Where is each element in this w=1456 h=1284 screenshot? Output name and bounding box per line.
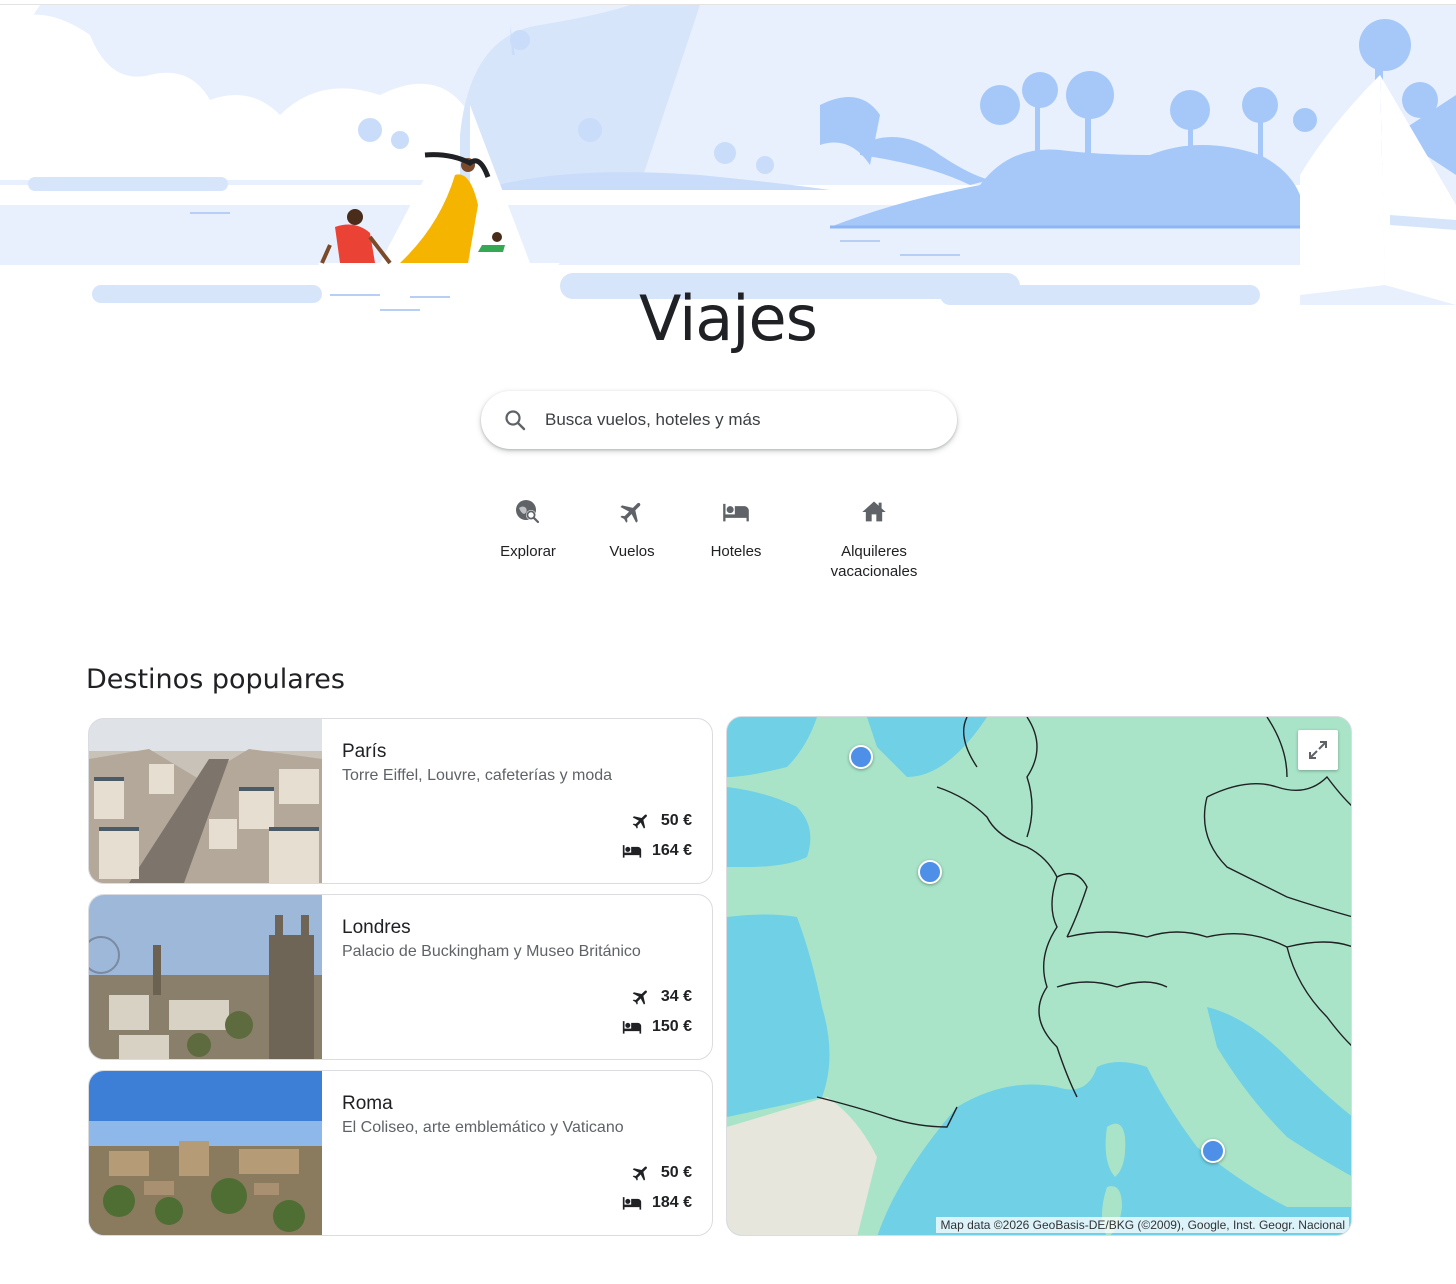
nav-label-vuelos: Vuelos bbox=[609, 543, 655, 560]
flight-price-value: 34 € bbox=[660, 988, 692, 1005]
bed-icon bbox=[723, 503, 749, 522]
hotel-price-value: 150 € bbox=[651, 1018, 692, 1035]
airplane-icon bbox=[632, 990, 647, 1005]
explore-icon bbox=[516, 500, 540, 524]
hotel-price: 184 € bbox=[622, 1192, 692, 1214]
airplane-icon bbox=[632, 814, 647, 829]
map-pin-paris[interactable] bbox=[918, 860, 942, 884]
nav-vuelos[interactable]: Vuelos bbox=[596, 496, 668, 562]
destination-description: El Coliseo, arte emblemático y Vaticano bbox=[342, 1119, 624, 1136]
search-icon bbox=[505, 410, 526, 431]
hotel-price-value: 184 € bbox=[651, 1194, 692, 1211]
search-box[interactable] bbox=[481, 391, 957, 449]
map-pin-london[interactable] bbox=[849, 745, 873, 769]
destination-name: París bbox=[342, 741, 387, 762]
destinations-map[interactable]: Map data ©2026 GeoBasis-DE/BKG (©2009), … bbox=[726, 716, 1352, 1236]
destination-card-paris[interactable]: París Torre Eiffel, Louvre, cafeterías y… bbox=[88, 718, 713, 884]
map-attribution: Map data ©2026 GeoBasis-DE/BKG (©2009), … bbox=[936, 1217, 1349, 1233]
flight-price-value: 50 € bbox=[660, 812, 692, 829]
destination-card-roma[interactable]: Roma El Coliseo, arte emblemático y Vati… bbox=[88, 1070, 713, 1236]
airplane-icon bbox=[620, 502, 641, 523]
destination-photo bbox=[89, 895, 322, 1059]
section-title: Destinos populares bbox=[86, 664, 345, 695]
nav-label-explorar: Explorar bbox=[500, 543, 556, 560]
destination-name: Londres bbox=[342, 917, 411, 938]
nav-label-line1: Alquileres bbox=[841, 543, 907, 560]
destination-description: Palacio de Buckingham y Museo Británico bbox=[342, 943, 641, 960]
nav-hoteles[interactable]: Hoteles bbox=[696, 496, 776, 562]
house-icon bbox=[862, 501, 886, 522]
bed-icon bbox=[622, 1197, 642, 1210]
destination-description: Torre Eiffel, Louvre, cafeterías y moda bbox=[342, 767, 613, 784]
nav-label-hoteles: Hoteles bbox=[710, 543, 762, 560]
bed-icon bbox=[622, 1021, 642, 1034]
destination-photo bbox=[89, 1071, 322, 1235]
hotel-price-value: 164 € bbox=[651, 842, 692, 859]
destination-name: Roma bbox=[342, 1093, 393, 1114]
expand-icon bbox=[1309, 741, 1327, 759]
flight-price: 34 € bbox=[631, 986, 692, 1008]
map-canvas bbox=[727, 717, 1351, 1235]
nav-alquileres-vacacionales[interactable]: Alquileres vacacionales bbox=[816, 496, 932, 582]
expand-map-button[interactable] bbox=[1298, 730, 1338, 770]
page-title: Viajes bbox=[639, 282, 818, 355]
hotel-price: 150 € bbox=[622, 1016, 692, 1038]
destination-photo bbox=[89, 719, 322, 883]
bed-icon bbox=[622, 845, 642, 858]
category-nav: Explorar Vuelos Hoteles Alquileres vacac… bbox=[0, 496, 1456, 596]
hotel-price: 164 € bbox=[622, 840, 692, 862]
nav-explorar[interactable]: Explorar bbox=[488, 496, 568, 562]
flight-price: 50 € bbox=[631, 810, 692, 832]
destination-card-londres[interactable]: Londres Palacio de Buckingham y Museo Br… bbox=[88, 894, 713, 1060]
airplane-icon bbox=[632, 1166, 647, 1181]
map-pin-rome[interactable] bbox=[1201, 1139, 1225, 1163]
nav-label-line2: vacacionales bbox=[830, 563, 918, 580]
nav-label-alquileres: Alquileres vacacionales bbox=[816, 542, 932, 582]
flight-price: 50 € bbox=[631, 1162, 692, 1184]
search-input[interactable] bbox=[545, 401, 925, 439]
flight-price-value: 50 € bbox=[660, 1164, 692, 1181]
